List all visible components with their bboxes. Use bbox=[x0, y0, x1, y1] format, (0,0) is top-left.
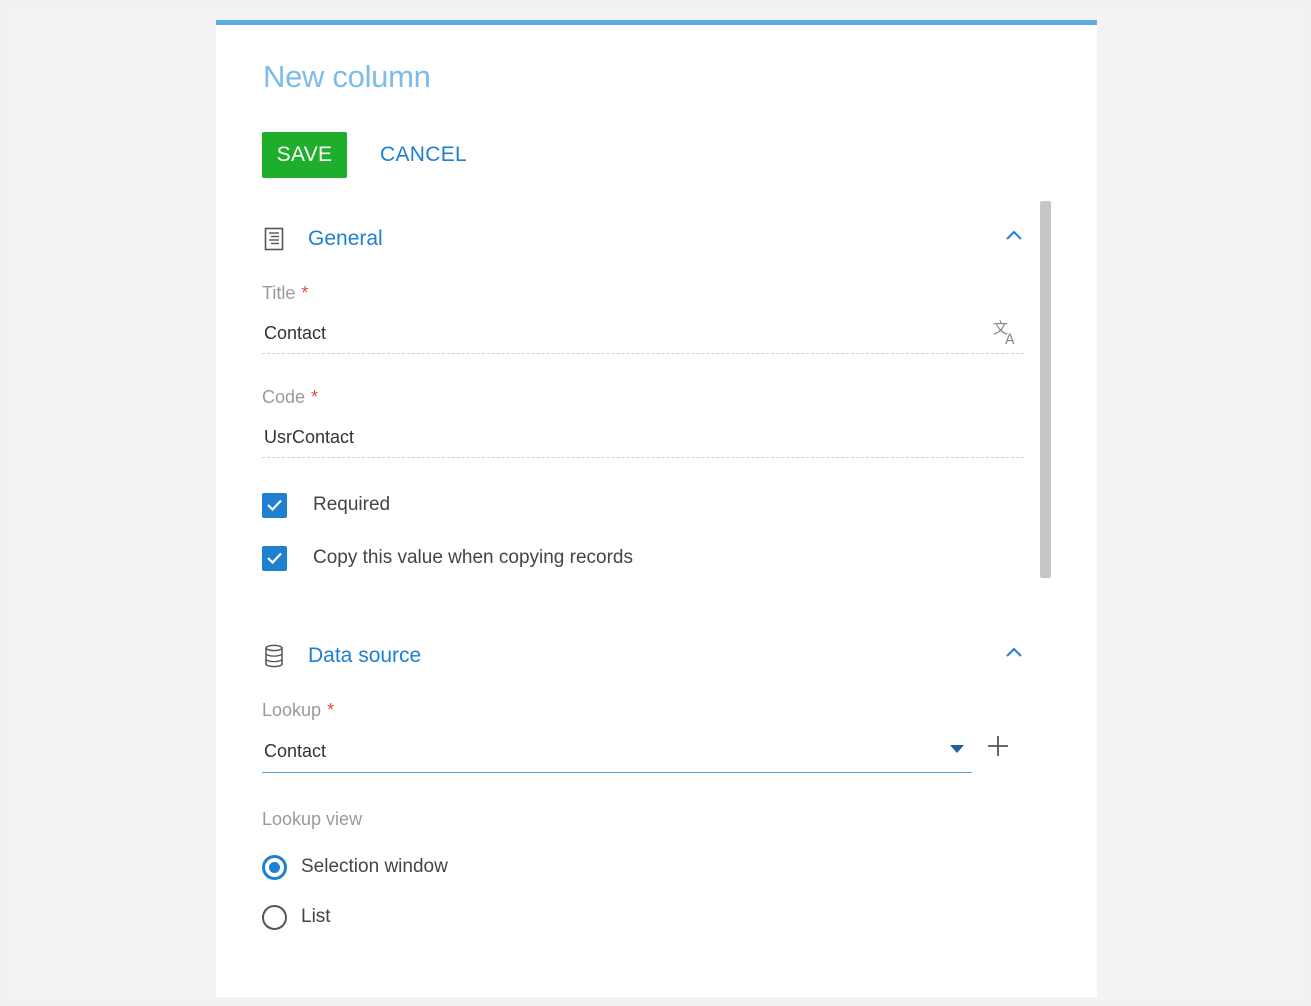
required-label: Required bbox=[313, 494, 391, 515]
copy-value-checkbox[interactable] bbox=[262, 545, 287, 571]
radio-selection-window[interactable]: Selection window bbox=[262, 853, 448, 881]
required-checkbox[interactable] bbox=[262, 492, 287, 518]
required-checkbox-row[interactable]: Required bbox=[262, 491, 390, 519]
scrollbar-thumb[interactable] bbox=[1040, 201, 1051, 578]
copy-value-label: Copy this value when copying records bbox=[313, 547, 634, 568]
plus-icon[interactable] bbox=[986, 734, 1010, 758]
required-marker: * bbox=[311, 387, 319, 407]
radio-list[interactable]: List bbox=[262, 903, 331, 931]
required-marker: * bbox=[327, 700, 335, 720]
lookup-view-label: Lookup view bbox=[262, 809, 363, 829]
database-icon bbox=[262, 642, 286, 670]
title-input[interactable] bbox=[262, 314, 1024, 354]
section-data-source-title: Data source bbox=[308, 644, 422, 667]
code-input[interactable] bbox=[262, 418, 1024, 458]
section-data-source-header[interactable]: Data source bbox=[262, 639, 1030, 673]
new-column-dialog: New column SAVE CANCEL General Title* 文 … bbox=[216, 20, 1097, 997]
chevron-up-icon[interactable] bbox=[1004, 643, 1024, 663]
section-general-title: General bbox=[308, 227, 383, 250]
radio-label: Selection window bbox=[301, 856, 448, 877]
lookup-input[interactable] bbox=[262, 731, 972, 773]
section-general-header[interactable]: General bbox=[262, 222, 1030, 256]
cancel-button[interactable]: CANCEL bbox=[380, 132, 467, 178]
radio-button-selected[interactable] bbox=[262, 854, 287, 880]
lookup-label: Lookup * bbox=[262, 700, 335, 720]
required-marker: * bbox=[301, 283, 309, 303]
document-list-icon bbox=[262, 225, 286, 253]
save-button[interactable]: SAVE bbox=[262, 132, 347, 178]
page-title: New column bbox=[263, 59, 431, 94]
chevron-up-icon[interactable] bbox=[1004, 226, 1024, 246]
code-label: Code * bbox=[262, 387, 319, 407]
radio-label: List bbox=[301, 906, 331, 927]
caret-down-icon[interactable] bbox=[948, 742, 966, 754]
radio-button[interactable] bbox=[262, 904, 287, 930]
title-label: Title * bbox=[262, 283, 309, 303]
copy-value-checkbox-row[interactable]: Copy this value when copying records bbox=[262, 544, 633, 572]
translate-icon[interactable]: 文 A bbox=[992, 319, 1020, 348]
svg-text:A: A bbox=[1005, 332, 1015, 346]
